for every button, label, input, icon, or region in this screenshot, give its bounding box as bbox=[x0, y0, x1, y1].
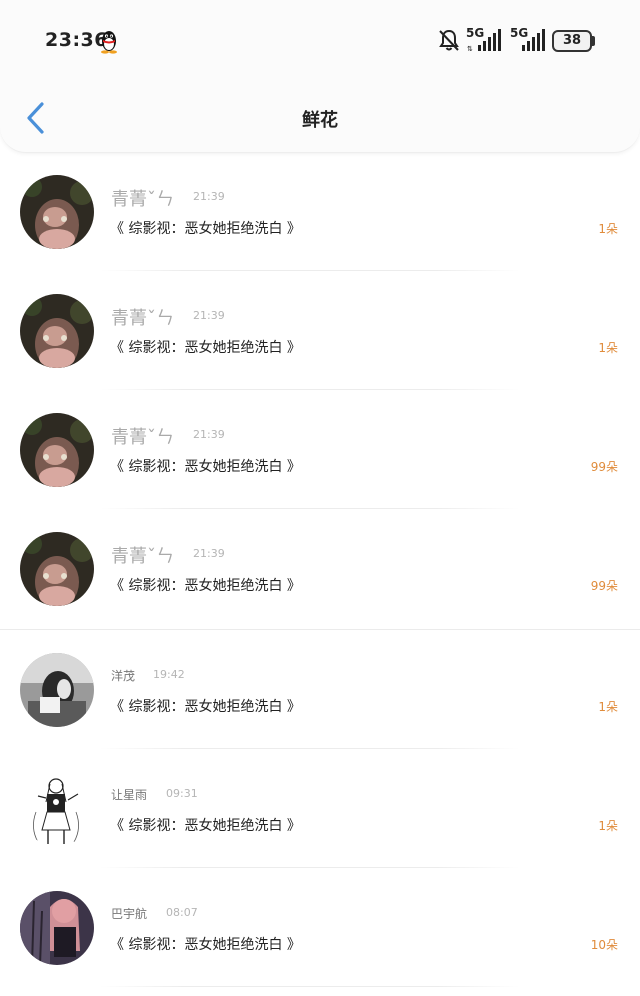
signal-5g-1: 5G ⇅ bbox=[466, 26, 504, 53]
flower-count: 1朵 bbox=[598, 700, 618, 714]
flower-count: 10朵 bbox=[590, 938, 618, 952]
battery-level: 38 bbox=[562, 33, 582, 48]
time: 19:42 bbox=[153, 668, 185, 681]
list-item[interactable]: 让星雨 09:31 《 综影视：恶女她拒绝洗白 》 1朵 bbox=[0, 749, 640, 868]
avatar[interactable] bbox=[20, 891, 94, 965]
time: 08:07 bbox=[166, 906, 198, 919]
list-item[interactable]: 洋茂 19:42 《 综影视：恶女她拒绝洗白 》 1朵 bbox=[0, 630, 640, 749]
book-title[interactable]: 《 综影视：恶女她拒绝洗白 》 bbox=[110, 934, 301, 954]
list-item[interactable]: 青菁ˇㄣ 21:39 《 综影视：恶女她拒绝洗白 》 1朵 bbox=[0, 271, 640, 390]
avatar[interactable] bbox=[20, 532, 94, 606]
svg-text:⇅: ⇅ bbox=[467, 45, 473, 53]
flower-count: 99朵 bbox=[590, 579, 618, 593]
divider bbox=[100, 986, 520, 987]
bell-off-icon bbox=[439, 29, 459, 51]
list-item[interactable]: 青菁ˇㄣ 21:39 《 综影视：恶女她拒绝洗白 》 99朵 bbox=[0, 509, 640, 628]
page: 23:36 5G ⇅ 5G 38 鲜花 青菁ˇㄣ 21:39 《 综影视：恶女她… bbox=[0, 0, 640, 996]
header: 23:36 5G ⇅ 5G 38 鲜花 bbox=[0, 0, 640, 153]
time: 21:39 bbox=[193, 190, 225, 203]
book-title[interactable]: 《 综影视：恶女她拒绝洗白 》 bbox=[110, 815, 301, 835]
signal-bars-icon bbox=[522, 29, 545, 51]
book-title[interactable]: 《 综影视：恶女她拒绝洗白 》 bbox=[110, 696, 301, 716]
book-title[interactable]: 《 综影视：恶女她拒绝洗白 》 bbox=[110, 337, 301, 357]
battery-tip bbox=[592, 36, 595, 46]
avatar[interactable] bbox=[20, 653, 94, 727]
user-name: 洋茂 bbox=[111, 669, 136, 683]
time: 21:39 bbox=[193, 547, 225, 560]
user-name: 青菁ˇㄣ bbox=[111, 427, 174, 448]
avatar[interactable] bbox=[20, 175, 94, 249]
avatar[interactable] bbox=[20, 294, 94, 368]
qq-icon bbox=[101, 31, 117, 54]
flower-count: 1朵 bbox=[598, 341, 618, 355]
time: 21:39 bbox=[193, 309, 225, 322]
flower-count: 99朵 bbox=[590, 460, 618, 474]
user-name: 青菁ˇㄣ bbox=[111, 308, 174, 329]
signal-5g-2: 5G bbox=[510, 26, 548, 53]
book-title[interactable]: 《 综影视：恶女她拒绝洗白 》 bbox=[110, 575, 301, 595]
avatar[interactable] bbox=[20, 413, 94, 487]
book-title[interactable]: 《 综影视：恶女她拒绝洗白 》 bbox=[110, 456, 301, 476]
user-name: 巴宇航 bbox=[111, 907, 148, 921]
time: 09:31 bbox=[166, 787, 198, 800]
page-title: 鲜花 bbox=[302, 110, 338, 131]
battery-icon: 38 bbox=[552, 30, 592, 52]
time: 21:39 bbox=[193, 428, 225, 441]
flower-count: 1朵 bbox=[598, 222, 618, 236]
list-item[interactable]: 青菁ˇㄣ 21:39 《 综影视：恶女她拒绝洗白 》 99朵 bbox=[0, 390, 640, 509]
user-name: 让星雨 bbox=[111, 788, 148, 802]
list-item[interactable]: 青菁ˇㄣ 21:39 《 综影视：恶女她拒绝洗白 》 1朵 bbox=[0, 152, 640, 271]
list-item[interactable]: 巴宇航 08:07 《 综影视：恶女她拒绝洗白 》 10朵 bbox=[0, 868, 640, 987]
avatar[interactable] bbox=[20, 772, 94, 846]
flower-count: 1朵 bbox=[598, 819, 618, 833]
book-title[interactable]: 《 综影视：恶女她拒绝洗白 》 bbox=[110, 218, 301, 238]
signal-bars-icon: ⇅ bbox=[467, 29, 501, 53]
user-name: 青菁ˇㄣ bbox=[111, 546, 174, 567]
user-name: 青菁ˇㄣ bbox=[111, 189, 174, 210]
